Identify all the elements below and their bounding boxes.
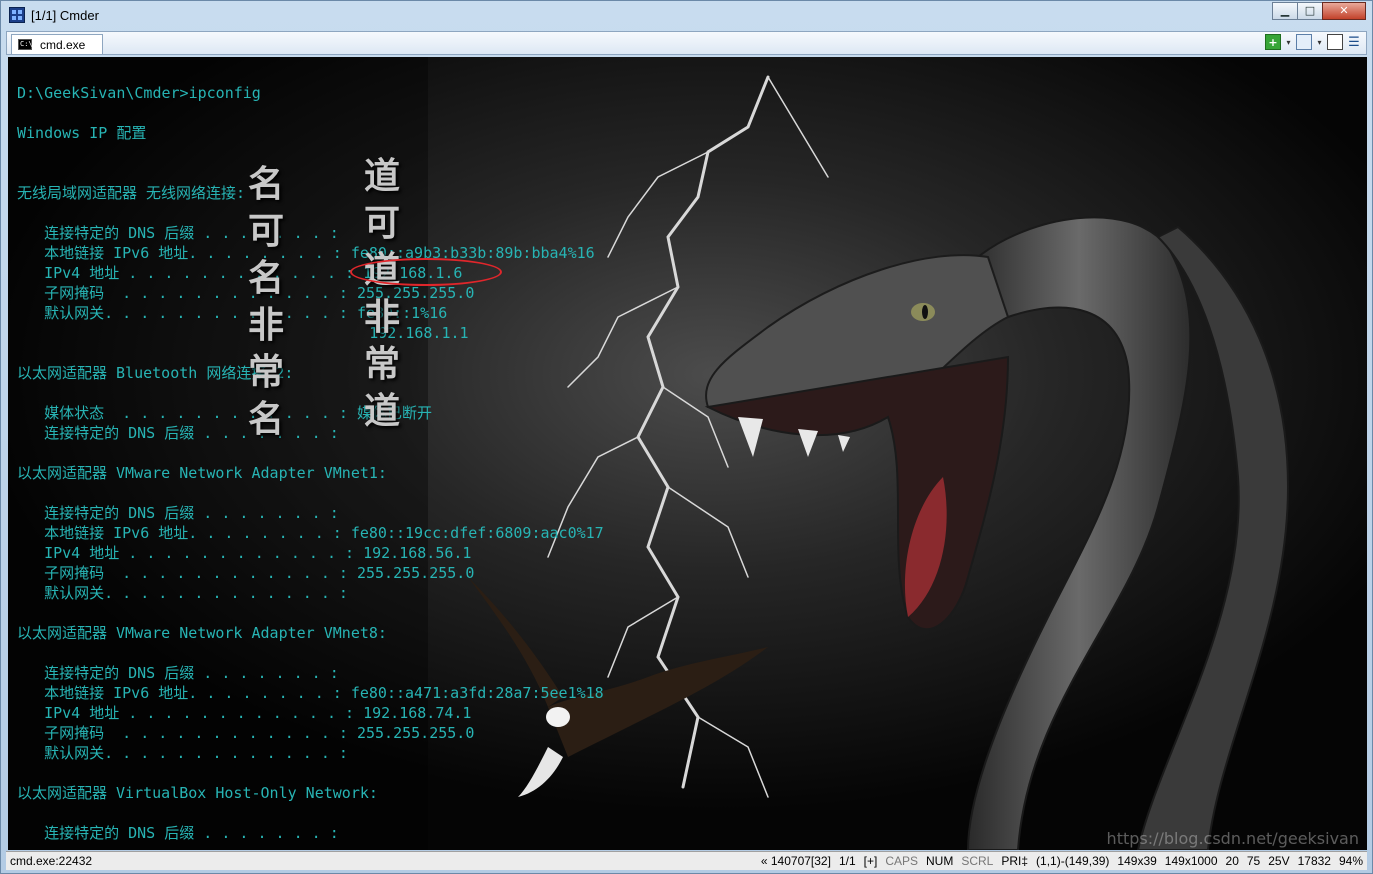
tab-bar: C:\ cmd.exe + ▾ ▾ ☰ xyxy=(6,31,1367,55)
terminal-line: IPv4 地址 . . . . . . . . . . . . : 192.16… xyxy=(17,704,472,722)
cmder-window: [1/1] Cmder ▁ □ ✕ C:\ cmd.exe + ▾ ▾ ☰ D:… xyxy=(0,0,1373,874)
console-area[interactable]: D:\GeekSivan\Cmder>ipconfig Windows IP 配… xyxy=(8,57,1367,850)
terminal-line: 子网掩码 . . . . . . . . . . . . : 255.255.2… xyxy=(17,724,475,742)
terminal-line: 本地链接 IPv6 地址. . . . . . . . : fe80::a471… xyxy=(17,684,604,702)
terminal-line: 默认网关. . . . . . . . . . . . . : xyxy=(17,584,348,602)
status-bar: cmd.exe:22432 « 140707[32] 1/1 [+] CAPS NUM S… xyxy=(6,851,1367,870)
status-item[interactable]: SCRL xyxy=(961,854,993,868)
calligraphy-left: 名可名非常名 xyxy=(247,163,284,440)
terminal-line: 连接特定的 DNS 后缀 . . . . . . . : xyxy=(17,664,339,682)
status-item[interactable]: 1/1 xyxy=(839,854,856,868)
watermark: https://blog.csdn.net/geeksivan xyxy=(1106,829,1359,848)
settings-menu-icon[interactable]: ☰ xyxy=(1346,34,1362,50)
status-item[interactable]: PRI‡ xyxy=(1001,854,1028,868)
terminal-line: 连接特定的 DNS 后缀 . . . . . . . : xyxy=(17,424,339,442)
terminal-line: 本地链接 IPv6 地址. . . . . . . . : fe80::19cc… xyxy=(17,524,604,542)
status-item[interactable]: CAPS xyxy=(885,854,918,868)
fullscreen-icon[interactable] xyxy=(1327,34,1343,50)
view-menu-icon[interactable]: ▾ xyxy=(1315,34,1324,50)
terminal-line: 以太网适配器 VMware Network Adapter VMnet1: xyxy=(17,464,387,482)
status-item[interactable]: 149x1000 xyxy=(1165,854,1218,868)
status-item[interactable]: 149x39 xyxy=(1117,854,1156,868)
terminal-line: 连接特定的 DNS 后缀 . . . . . . . : xyxy=(17,504,339,522)
status-item[interactable]: [+] xyxy=(864,854,878,868)
terminal-line: D:\GeekSivan\Cmder>ipconfig xyxy=(17,84,261,102)
status-item[interactable]: 17832 xyxy=(1298,854,1331,868)
cmder-app-icon[interactable] xyxy=(9,7,25,23)
terminal-line: 默认网关. . . . . . . . . . . . . : xyxy=(17,744,348,762)
maximize-button[interactable]: □ xyxy=(1297,2,1323,20)
close-button[interactable]: ✕ xyxy=(1322,2,1366,20)
status-indicators: « 140707[32] 1/1 [+] CAPS NUM SCRL PRI‡ (1,1)-(… xyxy=(761,854,1363,868)
terminal-line: Windows IP 配置 xyxy=(17,124,147,142)
window-title: [1/1] Cmder xyxy=(31,8,99,23)
terminal-line: 连接特定的 DNS 后缀 . . . . . . . : xyxy=(17,224,339,242)
terminal-output[interactable]: D:\GeekSivan\Cmder>ipconfig Windows IP 配… xyxy=(17,83,604,843)
status-item[interactable]: 94% xyxy=(1339,854,1363,868)
status-item[interactable]: NUM xyxy=(926,854,953,868)
status-item[interactable]: « 140707[32] xyxy=(761,854,831,868)
terminal-line: 子网掩码 . . . . . . . . . . . . : 255.255.2… xyxy=(17,564,475,582)
tab-cmd[interactable]: C:\ cmd.exe xyxy=(11,34,103,54)
status-item[interactable]: 75 xyxy=(1247,854,1260,868)
ip-highlight-circle xyxy=(350,258,502,286)
terminal-line: 无线局域网适配器 无线网络连接: xyxy=(17,184,246,202)
title-bar[interactable]: [1/1] Cmder ▁ □ ✕ xyxy=(1,1,1372,31)
add-console-menu-icon[interactable]: ▾ xyxy=(1284,34,1293,50)
status-process[interactable]: cmd.exe:22432 xyxy=(10,854,92,868)
tab-label: cmd.exe xyxy=(40,38,86,52)
status-item[interactable]: 25V xyxy=(1268,854,1289,868)
status-item[interactable]: (1,1)-(149,39) xyxy=(1036,854,1109,868)
calligraphy-right: 道可道非常道 xyxy=(363,155,400,432)
window-controls: ▁ □ ✕ xyxy=(1272,2,1366,20)
minimize-button[interactable]: ▁ xyxy=(1272,2,1298,20)
console-icon: C:\ xyxy=(18,39,33,50)
terminal-line: 连接特定的 DNS 后缀 . . . . . . . : xyxy=(17,824,339,842)
terminal-line: 以太网适配器 VirtualBox Host-Only Network: xyxy=(17,784,378,802)
status-item[interactable]: 20 xyxy=(1226,854,1239,868)
tab-toolbar: + ▾ ▾ ☰ xyxy=(1265,34,1362,50)
add-console-icon[interactable]: + xyxy=(1265,34,1281,50)
terminal-line: 本地链接 IPv6 地址. . . . . . . . : fe80::a9b3… xyxy=(17,244,595,262)
terminal-line: 以太网适配器 VMware Network Adapter VMnet8: xyxy=(17,624,387,642)
terminal-line: IPv4 地址 . . . . . . . . . . . . : 192.16… xyxy=(17,544,472,562)
split-view-icon[interactable] xyxy=(1296,34,1312,50)
